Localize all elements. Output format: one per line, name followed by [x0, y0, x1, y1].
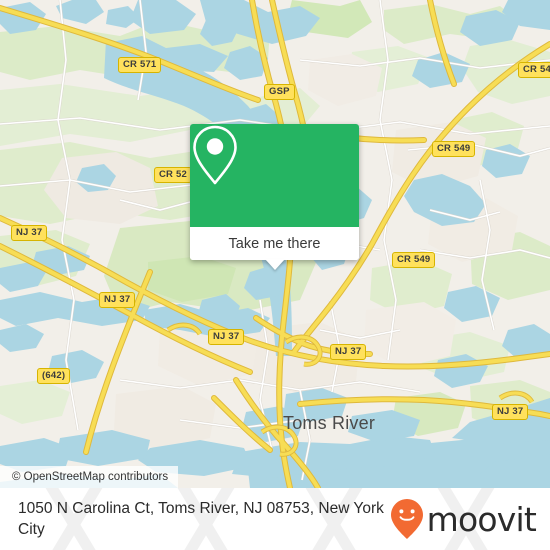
address-text: 1050 N Carolina Ct, Toms River, NJ 08753… — [18, 500, 384, 538]
road-shield-cr571: CR 571 — [118, 57, 162, 73]
callout-action-bar[interactable]: Take me there — [190, 227, 359, 260]
map-canvas[interactable]: Toms River CR 571 GSP CR 549 CR 54 CR 52… — [0, 0, 550, 488]
moovit-smiley-pin-icon — [390, 499, 423, 539]
destination-callout-card[interactable]: Take me there — [190, 124, 359, 270]
road-shield-642: (642) — [37, 368, 71, 384]
place-label-toms-river: Toms River — [283, 413, 376, 433]
callout-pointer-tail — [264, 259, 285, 270]
footer-content: 1050 N Carolina Ct, Toms River, NJ 08753… — [0, 488, 550, 550]
road-shield-nj37-west: NJ 37 — [11, 225, 48, 241]
moovit-brand-logo[interactable]: moovit — [390, 498, 537, 540]
road-shield-cr54-edge: CR 54 — [518, 62, 550, 78]
road-shield-nj37-midwest: NJ 37 — [99, 292, 136, 308]
road-shield-nj37-east: NJ 37 — [330, 344, 367, 360]
osm-attribution-text: © OpenStreetMap contributors — [12, 471, 169, 483]
moovit-wordmark: moovit — [426, 499, 537, 539]
road-shield-cr549-north: CR 549 — [432, 141, 476, 157]
road-shield-cr52: CR 52 — [154, 167, 192, 183]
osm-attribution[interactable]: © OpenStreetMap contributors — [0, 466, 179, 488]
road-shield-cr549-south: CR 549 — [392, 252, 436, 268]
location-pin-icon — [193, 125, 237, 185]
road-shield-gsp: GSP — [264, 84, 295, 100]
map-screenshot-root: Toms River CR 571 GSP CR 549 CR 54 CR 52… — [0, 0, 550, 550]
road-shield-nj37-center: NJ 37 — [208, 329, 245, 345]
footer-bar: 1050 N Carolina Ct, Toms River, NJ 08753… — [0, 488, 550, 550]
road-shield-nj37-southeast: NJ 37 — [492, 404, 529, 420]
take-me-there-label: Take me there — [228, 235, 321, 252]
callout-icon-panel — [190, 124, 359, 227]
